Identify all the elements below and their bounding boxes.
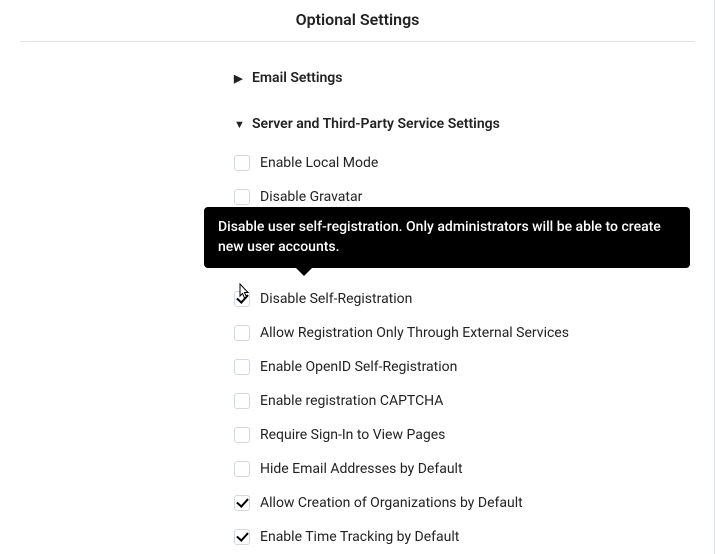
option-label[interactable]: Enable OpenID Self-Registration	[260, 359, 457, 375]
chevron-right-icon: ▶	[234, 72, 248, 85]
option-label[interactable]: Hide Email Addresses by Default	[260, 461, 463, 477]
section-server-settings[interactable]: ▼ Server and Third-Party Service Setting…	[234, 106, 695, 142]
checkbox-hide-email[interactable]	[234, 461, 250, 477]
checkbox-openid-self-reg[interactable]	[234, 359, 250, 375]
option-hide-email[interactable]: Hide Email Addresses by Default	[234, 452, 695, 486]
option-label[interactable]: Enable Local Mode	[260, 155, 378, 171]
checkbox-disable-self-registration[interactable]	[234, 291, 250, 307]
checkbox-captcha[interactable]	[234, 393, 250, 409]
option-label[interactable]: Disable Gravatar	[260, 189, 362, 205]
title-divider	[20, 41, 695, 42]
option-label[interactable]: Disable Self-Registration	[260, 291, 412, 307]
option-disable-self-registration[interactable]: Disable Self-Registration	[234, 282, 695, 316]
checkbox-org-creation[interactable]	[234, 495, 250, 511]
checkbox-external-only[interactable]	[234, 325, 250, 341]
option-openid-self-reg[interactable]: Enable OpenID Self-Registration	[234, 350, 695, 384]
section-label: Server and Third-Party Service Settings	[252, 116, 500, 132]
option-label[interactable]: Require Sign-In to View Pages	[260, 427, 445, 443]
page-title: Optional Settings	[0, 0, 715, 41]
option-time-tracking[interactable]: Enable Time Tracking by Default	[234, 520, 695, 554]
checkbox-local-mode[interactable]	[234, 155, 250, 171]
chevron-down-icon: ▼	[234, 118, 248, 131]
checkbox-disable-gravatar[interactable]	[234, 189, 250, 205]
option-label[interactable]: Enable Time Tracking by Default	[260, 529, 459, 545]
option-local-mode[interactable]: Enable Local Mode	[234, 146, 695, 180]
section-email-settings[interactable]: ▶ Email Settings	[234, 60, 695, 96]
section-label: Email Settings	[252, 70, 342, 86]
tooltip: Disable user self-registration. Only adm…	[204, 207, 690, 268]
option-captcha[interactable]: Enable registration CAPTCHA	[234, 384, 695, 418]
checkbox-signin-view[interactable]	[234, 427, 250, 443]
option-label[interactable]: Allow Creation of Organizations by Defau…	[260, 495, 523, 511]
option-label[interactable]: Allow Registration Only Through External…	[260, 325, 569, 341]
option-org-creation[interactable]: Allow Creation of Organizations by Defau…	[234, 486, 695, 520]
option-label[interactable]: Enable registration CAPTCHA	[260, 393, 443, 409]
option-signin-view[interactable]: Require Sign-In to View Pages	[234, 418, 695, 452]
option-external-only[interactable]: Allow Registration Only Through External…	[234, 316, 695, 350]
checkbox-time-tracking[interactable]	[234, 529, 250, 545]
